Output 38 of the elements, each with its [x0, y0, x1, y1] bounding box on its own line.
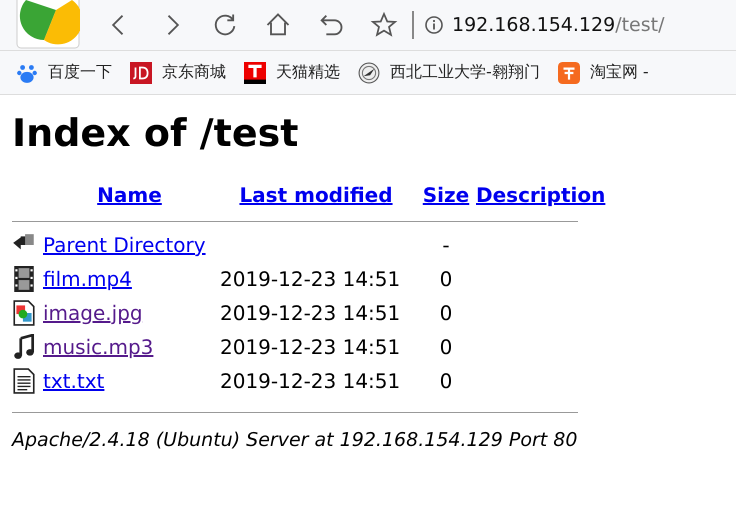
- column-header-link[interactable]: Size: [416, 183, 476, 207]
- address-path[interactable]: /test/: [615, 14, 664, 36]
- server-signature: Apache/2.4.18 (Ubuntu) Server at 192.168.154.129 Port 80: [12, 429, 578, 451]
- file-link[interactable]: txt.txt: [43, 369, 104, 393]
- jd-logo-icon: [130, 62, 152, 84]
- browser-logo-icon[interactable]: [16, 0, 80, 50]
- bookmark-link[interactable]: 西北工业大学-翱翔门: [390, 62, 540, 83]
- file-size: 0: [440, 301, 452, 325]
- file-size: 0: [440, 267, 452, 291]
- file-link[interactable]: film.mp4: [43, 267, 132, 291]
- bookmark-link[interactable]: 百度一下: [48, 62, 112, 83]
- modified-date: 2019-12-23 14:51: [220, 267, 400, 291]
- modified-date: 2019-12-23 14:51: [220, 369, 400, 393]
- taobao-logo-icon: [558, 62, 580, 84]
- star-icon[interactable]: [370, 11, 398, 39]
- seal-logo-icon: [358, 62, 380, 84]
- file-link[interactable]: image.jpg: [43, 301, 143, 325]
- bookmark-link[interactable]: 天猫精选: [276, 62, 340, 83]
- file-link[interactable]: music.mp3: [43, 335, 154, 359]
- tmall-logo-icon: [244, 62, 266, 84]
- file-size: 0: [440, 369, 452, 393]
- page-title: Index of /test: [12, 111, 300, 155]
- bookmark-link[interactable]: 京东商城: [162, 62, 226, 83]
- address-host[interactable]: 192.168.154.129: [452, 14, 616, 36]
- bookmark-link[interactable]: 淘宝网 -: [590, 62, 649, 83]
- column-header-link[interactable]: Last modified: [216, 183, 416, 207]
- text-file-icon: [12, 368, 36, 394]
- modified-date: 2019-12-23 14:51: [220, 335, 400, 359]
- file-link[interactable]: Parent Directory: [43, 233, 206, 257]
- file-size: 0: [440, 335, 452, 359]
- column-header-link[interactable]: Name: [43, 183, 216, 207]
- file-size: -: [442, 233, 450, 257]
- modified-date: 2019-12-23 14:51: [220, 301, 400, 325]
- info-icon[interactable]: [424, 15, 444, 35]
- image-file-icon: [12, 300, 36, 326]
- column-header-link[interactable]: Description: [476, 183, 606, 207]
- music-note-icon: [12, 334, 36, 360]
- film-icon: [12, 266, 36, 292]
